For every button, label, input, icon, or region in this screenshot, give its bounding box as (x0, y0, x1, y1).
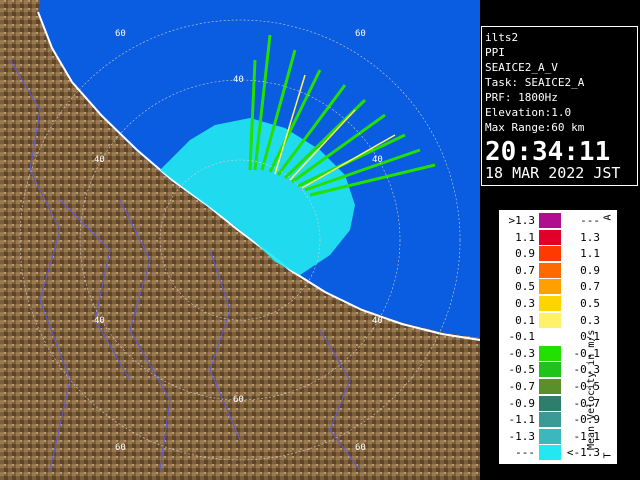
legend-row-lower: -0.9 (508, 396, 536, 410)
velocity-legend: >1.3 --- 1.1 1.3 0.9 1.1 0.7 0.9 0.5 0.7 0.3 0.5 0.1… (498, 209, 618, 465)
legend-row: 0.5 0.7 (499, 279, 619, 295)
ring-label-60-nw: 60 (115, 29, 126, 39)
legend-swatch (539, 395, 561, 411)
legend-row-lower: 0.5 (515, 280, 535, 294)
legend-row: -0.3 -0.1 (499, 345, 619, 361)
legend-row: 0.3 0.5 (499, 296, 619, 311)
scan-type: PPI (485, 46, 505, 59)
ring-label-60-se: 60 (355, 443, 366, 453)
legend-row-upper: 1.1 (580, 247, 600, 261)
legend-corner-t: T (602, 452, 614, 459)
scan-date: 18 MAR 2022 JST (485, 164, 621, 182)
legend-row: -0.7 -0.5 (499, 379, 619, 394)
legend-row-lower: -1.3 (508, 429, 536, 443)
legend-swatch (539, 445, 561, 461)
ring-label-60-sw: 60 (115, 443, 126, 453)
legend-swatch (539, 279, 561, 295)
ring-label-60-ne: 60 (355, 29, 366, 39)
legend-row: -0.9 -0.7 (499, 395, 619, 411)
legend-row-lower: >1.3 (508, 214, 536, 227)
prf-value: PRF: 1800Hz (485, 91, 558, 104)
legend-row: -1.1 -0.9 (499, 412, 619, 428)
legend-title: Mean Velocity in m/s (586, 329, 597, 450)
product-name: SEAICE2_A_V (485, 61, 558, 74)
legend-row-upper: 1.3 (580, 230, 600, 244)
legend-swatch (539, 329, 561, 345)
legend-row-upper: 0.7 (580, 280, 600, 294)
legend-swatch (539, 428, 561, 444)
legend-row: -0.5 -0.3 (499, 362, 619, 378)
scan-info-panel: ilts2 PPI SEAICE2_A_V Task: SEAICE2_A PR… (481, 26, 638, 186)
legend-row-lower: 0.7 (515, 263, 535, 277)
legend-swatch (539, 312, 561, 328)
max-range-value: Max Range:60 km (485, 121, 585, 134)
legend-swatch (539, 246, 561, 262)
legend-row: -1.3 -1.1 (499, 428, 619, 444)
legend-swatch (539, 229, 561, 245)
legend-row-upper: 0.9 (580, 263, 600, 277)
ring-label-40-e: 40 (372, 155, 383, 165)
station-name: ilts2 (485, 31, 519, 44)
legend-corner-a: A (602, 214, 614, 221)
legend-row-upper: --- (580, 214, 600, 227)
legend-swatch (539, 345, 561, 361)
legend-row: 0.1 0.3 (499, 312, 619, 328)
legend-row: -0.1 0.1 (499, 329, 619, 345)
legend-swatch (539, 412, 561, 428)
ring-label-40-se: 40 (372, 316, 383, 326)
legend-row: 1.1 1.3 (499, 229, 619, 245)
ring-label-40-n: 40 (233, 75, 244, 85)
legend-row: 0.9 1.1 (499, 246, 619, 262)
radar-ppi-display[interactable]: 60 40 40 40 40 60 60 60 40 60 (0, 0, 480, 480)
legend-row-lower: 1.1 (515, 230, 535, 244)
legend-row-lower: -0.3 (508, 346, 536, 360)
legend-swatch (539, 379, 561, 394)
scan-time: 20:34:11 (485, 137, 611, 167)
legend-row: 0.7 0.9 (499, 262, 619, 278)
legend-swatch (539, 362, 561, 378)
task-name: Task: SEAICE2_A (485, 76, 585, 89)
ring-label-40-w: 40 (94, 155, 105, 165)
legend-row-lower: 0.1 (515, 313, 535, 327)
legend-swatch (539, 262, 561, 278)
elevation-value: Elevation:1.0 (485, 106, 572, 119)
legend-row-lower: -0.7 (508, 380, 536, 393)
ring-label-40-s: 60 (233, 395, 244, 405)
legend-row-lower: -1.1 (508, 413, 536, 427)
legend-row: >1.3 --- (499, 213, 619, 228)
legend-row-lower: -0.5 (508, 363, 536, 377)
legend-row: --- <-1.3 (499, 445, 619, 461)
legend-row-lower: --- (515, 446, 535, 460)
legend-swatch (539, 296, 561, 311)
legend-row-lower: -0.1 (508, 330, 536, 344)
legend-swatch (539, 213, 561, 228)
legend-row-upper: 0.5 (580, 297, 600, 310)
legend-row-upper: 0.3 (580, 313, 600, 327)
legend-row-lower: 0.3 (515, 297, 535, 310)
legend-row-lower: 0.9 (515, 247, 535, 261)
ring-label-40-sw: 40 (94, 316, 105, 326)
